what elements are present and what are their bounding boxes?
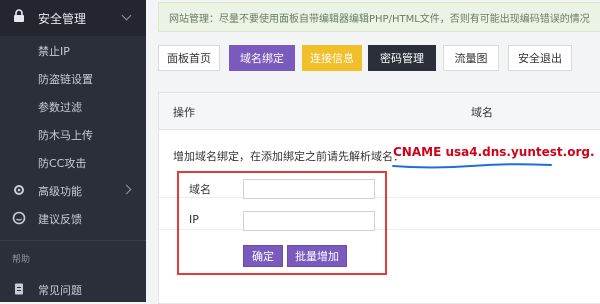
sidebar-item-label: 防盗链设置 bbox=[38, 73, 93, 86]
ip-input[interactable] bbox=[243, 211, 375, 231]
sidebar-item-hotlink[interactable]: 防盗链设置 bbox=[0, 64, 146, 92]
document-icon bbox=[15, 283, 23, 295]
sidebar-item-faq[interactable]: 常见问题 bbox=[0, 275, 146, 303]
column-header-domain: 域名 bbox=[471, 106, 493, 119]
chevron-right-icon bbox=[121, 184, 132, 195]
sidebar-item-label: 防木马上传 bbox=[38, 129, 93, 142]
domain-input[interactable] bbox=[243, 179, 375, 199]
ip-label: IP bbox=[189, 213, 199, 226]
feedback-icon bbox=[12, 211, 26, 225]
binding-hint: 增加域名绑定，在添加绑定之前请先解析域名： bbox=[173, 150, 404, 163]
notice-banner: 网站管理：尽量不要使用面板自带编辑器编辑PHP/HTML文件，否则有可能出现编码… bbox=[158, 2, 600, 32]
batch-add-button[interactable]: 批量增加 bbox=[287, 245, 347, 267]
sidebar-item-anti-trojan[interactable]: 防木马上传 bbox=[0, 120, 146, 148]
tab-domain-binding[interactable]: 域名绑定 bbox=[229, 45, 295, 71]
table-header: 操作 域名 bbox=[159, 93, 600, 130]
sidebar-item-param-filter[interactable]: 参数过滤 bbox=[0, 92, 146, 120]
sidebar-item-label: 防CC攻击 bbox=[38, 157, 87, 170]
column-header-action: 操作 bbox=[173, 106, 195, 119]
tab-traffic[interactable]: 流量图 bbox=[443, 45, 499, 71]
sidebar-section-security[interactable]: 安全管理 bbox=[0, 0, 146, 36]
sidebar-divider bbox=[0, 240, 146, 241]
tab-home[interactable]: 面板首页 bbox=[158, 45, 220, 71]
sidebar-item-label: 禁止IP bbox=[38, 45, 70, 58]
sidebar-item-anti-cc[interactable]: 防CC攻击 bbox=[0, 148, 146, 176]
sidebar-section-advanced-label: 高级功能 bbox=[38, 185, 82, 198]
chevron-down-icon bbox=[121, 10, 132, 21]
tab-logout[interactable]: 安全退出 bbox=[508, 45, 572, 71]
confirm-button[interactable]: 确定 bbox=[243, 245, 283, 267]
tab-connection-info[interactable]: 连接信息 bbox=[302, 45, 362, 71]
sidebar-item-label: 参数过滤 bbox=[38, 101, 82, 114]
lock-icon bbox=[14, 9, 24, 22]
sidebar-item-label: 常见问题 bbox=[38, 284, 82, 297]
notice-text: 网站管理：尽量不要使用面板自带编辑器编辑PHP/HTML文件，否则有可能出现编码… bbox=[169, 14, 590, 25]
domain-binding-panel: 操作 域名 增加域名绑定，在添加绑定之前请先解析域名： CNAME usa4.d… bbox=[158, 92, 600, 304]
domain-label: 域名 bbox=[189, 183, 211, 196]
sidebar-help-header: 帮助 bbox=[12, 255, 31, 265]
cname-value: CNAME usa4.dns.yuntest.org. bbox=[393, 145, 595, 159]
tab-password[interactable]: 密码管理 bbox=[368, 45, 436, 71]
gear-icon bbox=[14, 185, 24, 195]
main-content: 网站管理：尽量不要使用面板自带编辑器编辑PHP/HTML文件，否则有可能出现编码… bbox=[146, 0, 600, 304]
sidebar-item-block-ip[interactable]: 禁止IP bbox=[0, 36, 146, 64]
sidebar-section-security-label: 安全管理 bbox=[38, 12, 87, 26]
sidebar-section-advanced[interactable]: 高级功能 bbox=[0, 176, 146, 204]
sidebar-item-feedback[interactable]: 建议反馈 bbox=[0, 204, 146, 232]
highlight-box: 域名 IP 确定 批量增加 bbox=[177, 171, 387, 275]
sidebar: 安全管理 禁止IP 防盗链设置 参数过滤 防木马上传 防CC攻击 高级功能 建议… bbox=[0, 0, 146, 302]
sidebar-item-label: 建议反馈 bbox=[38, 213, 82, 226]
underline-annotation bbox=[392, 163, 552, 169]
